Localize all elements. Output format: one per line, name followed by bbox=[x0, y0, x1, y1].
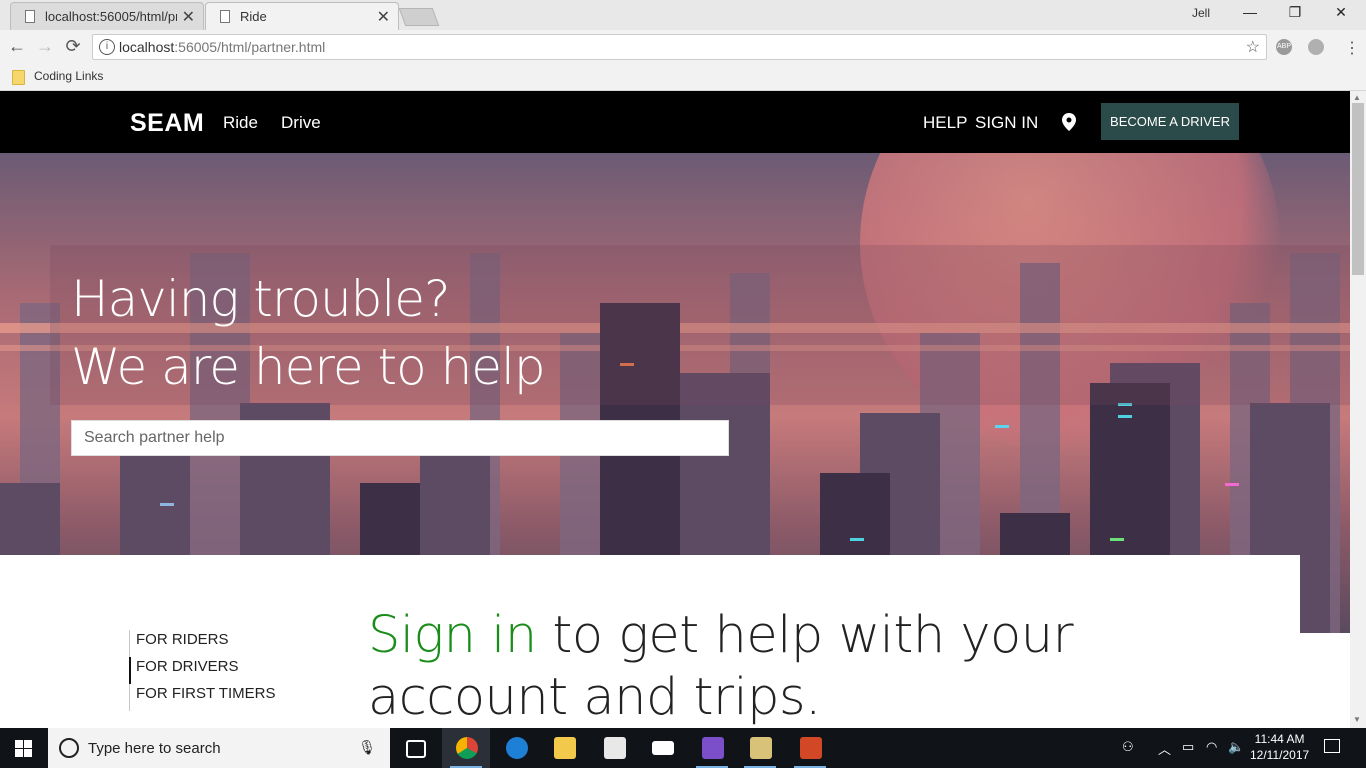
tab-title: Ride bbox=[240, 9, 267, 24]
forward-button[interactable]: → bbox=[34, 36, 56, 57]
wifi-icon[interactable]: ◠ bbox=[1206, 739, 1217, 755]
task-view-icon[interactable] bbox=[392, 728, 440, 768]
profile-icon[interactable]: Jell bbox=[1192, 6, 1210, 20]
url-text: localhost:56005/html/partner.html bbox=[119, 39, 326, 55]
store-icon[interactable] bbox=[590, 728, 638, 768]
tab-close-icon[interactable]: ✕ bbox=[182, 7, 195, 27]
scroll-down-icon[interactable]: ▼ bbox=[1353, 715, 1361, 724]
volume-icon[interactable]: 🔈 bbox=[1228, 739, 1244, 755]
minimize-button[interactable]: — bbox=[1227, 4, 1273, 20]
close-window-button[interactable]: ✕ bbox=[1318, 4, 1364, 21]
file-explorer-icon[interactable] bbox=[540, 728, 588, 768]
mail-icon[interactable] bbox=[638, 728, 686, 768]
people-icon[interactable]: ⚇ bbox=[1122, 739, 1134, 755]
info-icon[interactable]: i bbox=[99, 39, 115, 55]
web-page: Having trouble? We are here to help SEAM… bbox=[0, 91, 1350, 728]
nav-link-ride[interactable]: Ride bbox=[223, 113, 258, 133]
windows-start-icon[interactable] bbox=[15, 740, 32, 757]
side-nav-for-riders[interactable]: FOR RIDERS bbox=[129, 630, 275, 657]
clock-time: 11:44 AM bbox=[1254, 732, 1305, 746]
page-icon bbox=[25, 10, 35, 23]
hero-heading-line2: We are here to help bbox=[71, 338, 546, 396]
page-icon bbox=[220, 10, 230, 23]
powerpoint-icon[interactable] bbox=[786, 728, 834, 768]
headline-text: to get help with your bbox=[536, 606, 1074, 665]
page-scrollbar[interactable]: ▲ ▼ bbox=[1350, 91, 1366, 728]
extension-icon[interactable] bbox=[1308, 39, 1324, 55]
nav-link-sign-in[interactable]: SIGN IN bbox=[975, 113, 1038, 133]
bookmark-star-icon[interactable]: ☆ bbox=[1246, 37, 1260, 57]
become-driver-button[interactable]: BECOME A DRIVER bbox=[1101, 103, 1239, 140]
tab-strip: localhost:56005/html/pro ✕ Ride ✕ Jell —… bbox=[0, 0, 1366, 30]
browser-tab[interactable]: localhost:56005/html/pro ✕ bbox=[10, 2, 204, 30]
show-hidden-icons-icon[interactable]: ︿ bbox=[1158, 739, 1171, 758]
site-logo[interactable]: SEAM bbox=[130, 109, 204, 138]
clock-date: 12/11/2017 bbox=[1250, 748, 1310, 762]
action-center-icon[interactable] bbox=[1324, 739, 1340, 753]
app-icon[interactable] bbox=[736, 728, 784, 768]
sign-in-headline: Sign in to get help with your account an… bbox=[368, 605, 1074, 728]
chrome-icon[interactable] bbox=[442, 728, 490, 768]
address-bar[interactable]: i localhost:56005/html/partner.html ☆ bbox=[92, 34, 1267, 60]
tab-title: localhost:56005/html/pro bbox=[45, 9, 177, 24]
bookmarks-bar: Coding Links bbox=[0, 64, 1366, 91]
hero-heading: Having trouble? We are here to help bbox=[71, 265, 546, 401]
nav-link-drive[interactable]: Drive bbox=[281, 113, 321, 133]
folder-icon bbox=[12, 70, 25, 85]
windows-taskbar: Type here to search 🎙 ⚇ ︿ ▭ ◠ 🔈 11:44 AM… bbox=[0, 728, 1366, 768]
partner-help-search-input[interactable] bbox=[71, 420, 729, 456]
taskbar-search-box[interactable]: Type here to search 🎙 bbox=[48, 728, 390, 768]
maximize-button[interactable]: ❐ bbox=[1272, 4, 1318, 21]
location-pin-icon[interactable] bbox=[1062, 113, 1076, 131]
tab-close-icon[interactable]: ✕ bbox=[377, 7, 390, 27]
side-nav-for-first-timers[interactable]: FOR FIRST TIMERS bbox=[129, 684, 275, 711]
microphone-icon[interactable]: 🎙 bbox=[358, 739, 376, 756]
site-navbar: SEAM Ride Drive HELP SIGN IN BECOME A DR… bbox=[0, 91, 1350, 153]
bookmark-coding-links[interactable]: Coding Links bbox=[34, 69, 103, 83]
headline-text-line2: account and trips. bbox=[368, 668, 821, 727]
battery-icon[interactable]: ▭ bbox=[1182, 739, 1194, 755]
browser-menu-icon[interactable]: ⋮ bbox=[1344, 38, 1360, 58]
cortana-icon[interactable] bbox=[59, 738, 79, 758]
adblock-extension-icon[interactable]: ABP bbox=[1276, 39, 1292, 55]
side-nav-for-drivers[interactable]: FOR DRIVERS bbox=[129, 657, 275, 684]
nav-link-help[interactable]: HELP bbox=[923, 113, 967, 133]
taskbar-clock[interactable]: 11:44 AM 12/11/2017 bbox=[1250, 731, 1309, 763]
visual-studio-icon[interactable] bbox=[688, 728, 736, 768]
help-category-nav: FOR RIDERS FOR DRIVERS FOR FIRST TIMERS bbox=[129, 630, 275, 711]
reload-button[interactable]: ⟳ bbox=[62, 36, 84, 57]
browser-toolbar: ← → ⟳ i localhost:56005/html/partner.htm… bbox=[0, 30, 1366, 64]
scrollbar-thumb[interactable] bbox=[1352, 103, 1364, 275]
new-tab-button[interactable] bbox=[398, 8, 440, 26]
browser-tab-active[interactable]: Ride ✕ bbox=[205, 2, 399, 30]
taskbar-search-placeholder: Type here to search bbox=[88, 740, 221, 757]
hero-heading-line1: Having trouble? bbox=[71, 270, 451, 328]
back-button[interactable]: ← bbox=[6, 36, 28, 57]
scroll-up-icon[interactable]: ▲ bbox=[1353, 93, 1361, 102]
edge-icon[interactable] bbox=[492, 728, 540, 768]
sign-in-link[interactable]: Sign in bbox=[368, 606, 537, 665]
